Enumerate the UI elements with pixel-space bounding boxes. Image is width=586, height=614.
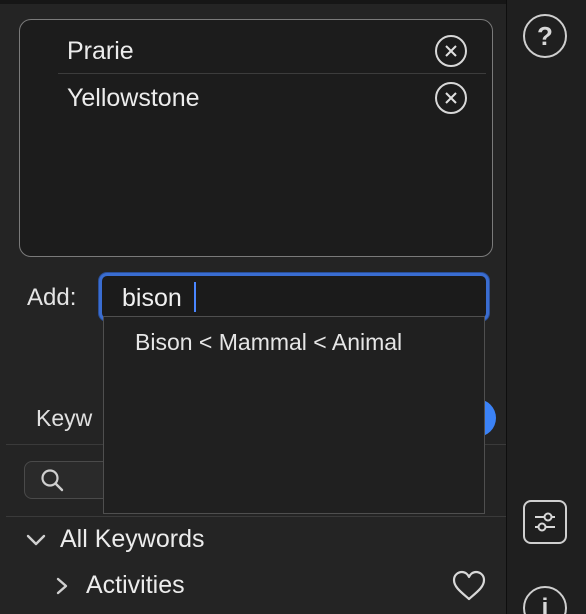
tree-row-activities[interactable]: Activities: [52, 571, 185, 600]
top-edge: [0, 0, 586, 4]
help-icon[interactable]: ?: [523, 14, 567, 58]
remove-keyword-icon[interactable]: [435, 35, 467, 67]
chevron-right-icon[interactable]: [52, 574, 72, 598]
x-glyph: [445, 45, 457, 57]
text-caret: [194, 282, 196, 312]
sliders-icon[interactable]: [523, 500, 567, 544]
keyword-row[interactable]: Yellowstone: [58, 75, 488, 121]
add-keyword-field[interactable]: [99, 273, 489, 321]
keyword-row[interactable]: Prarie: [58, 28, 488, 74]
search-icon: [41, 469, 64, 492]
row-divider: [58, 73, 486, 74]
tree-label: All Keywords: [60, 525, 205, 553]
keywords-panel: ? i Prarie Yellowstone Add: bison Keyw A…: [0, 0, 586, 614]
heart-icon[interactable]: [452, 570, 486, 602]
tree-row-all-keywords[interactable]: All Keywords: [24, 525, 205, 554]
add-keyword-input[interactable]: [122, 283, 462, 313]
divider: [6, 516, 506, 517]
autocomplete-dropdown: Bison < Mammal < Animal: [103, 316, 485, 514]
add-label: Add:: [27, 284, 77, 311]
chevron-down-icon[interactable]: [24, 528, 48, 552]
keywords-heading: Keyw: [36, 405, 93, 431]
suggestion-item[interactable]: Bison < Mammal < Animal: [135, 329, 402, 356]
tree-label: Activities: [86, 571, 185, 599]
keyword-label: Yellowstone: [67, 83, 200, 112]
remove-keyword-icon[interactable]: [435, 82, 467, 114]
assigned-keywords-list: Prarie Yellowstone: [19, 19, 493, 257]
sliders-glyph: [535, 512, 555, 532]
x-glyph: [445, 92, 457, 104]
keyword-label: Prarie: [67, 36, 134, 65]
